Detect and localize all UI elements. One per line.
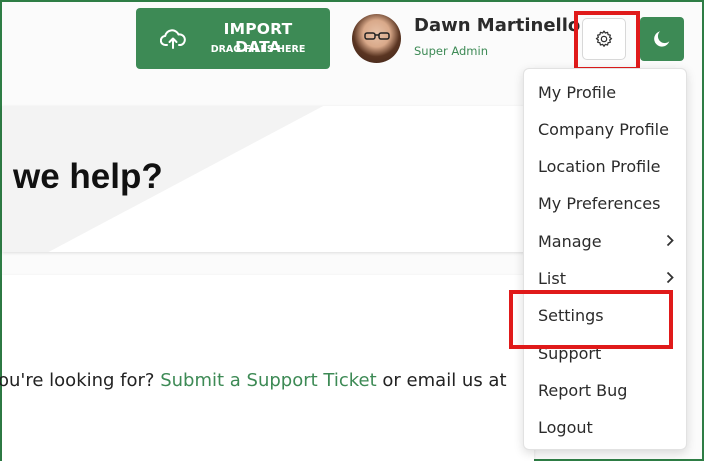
menu-item-label: Location Profile xyxy=(538,156,661,176)
menu-item-my-profile[interactable]: My Profile xyxy=(538,77,678,107)
menu-item-label: Logout xyxy=(538,417,593,437)
import-data-subtitle: DRAG FILES HERE xyxy=(210,44,306,55)
chevron-right-icon xyxy=(666,232,674,251)
menu-item-report-bug[interactable]: Report Bug xyxy=(538,375,678,405)
menu-item-label: Manage xyxy=(538,231,602,251)
page-title: we help? xyxy=(13,157,163,196)
theme-toggle-button[interactable] xyxy=(640,17,684,61)
menu-item-my-preferences[interactable]: My Preferences xyxy=(538,188,678,218)
import-data-button[interactable]: IMPORT DATA DRAG FILES HERE xyxy=(136,8,330,69)
submit-ticket-link[interactable]: Submit a Support Ticket xyxy=(160,370,376,391)
support-text-suffix: or email us at xyxy=(382,370,507,391)
support-card xyxy=(2,275,534,461)
settings-item-highlight xyxy=(509,290,673,349)
glasses-graphic xyxy=(364,32,390,40)
menu-item-label: Report Bug xyxy=(538,380,628,400)
support-text: ou're looking for? Submit a Support Tick… xyxy=(0,370,507,391)
cloud-upload-icon xyxy=(160,29,186,49)
chevron-right-icon xyxy=(666,269,674,288)
menu-item-label: Company Profile xyxy=(538,119,669,139)
menu-item-logout[interactable]: Logout xyxy=(538,412,678,442)
menu-item-list[interactable]: List xyxy=(538,263,678,293)
menu-item-label: My Profile xyxy=(538,82,617,102)
settings-button-highlight xyxy=(574,11,640,71)
moon-icon xyxy=(654,31,670,47)
menu-item-label: List xyxy=(538,268,566,288)
settings-dropdown-menu: My Profile Company Profile Location Prof… xyxy=(523,68,687,450)
user-role: Super Admin xyxy=(414,44,488,58)
menu-item-manage[interactable]: Manage xyxy=(538,226,678,256)
hero-card: we help? xyxy=(2,106,534,252)
menu-item-company-profile[interactable]: Company Profile xyxy=(538,114,678,144)
support-text-prefix: ou're looking for? xyxy=(0,370,155,391)
avatar[interactable] xyxy=(352,14,401,63)
menu-item-location-profile[interactable]: Location Profile xyxy=(538,151,678,181)
menu-item-label: My Preferences xyxy=(538,193,661,213)
user-name[interactable]: Dawn Martinello xyxy=(414,15,580,36)
